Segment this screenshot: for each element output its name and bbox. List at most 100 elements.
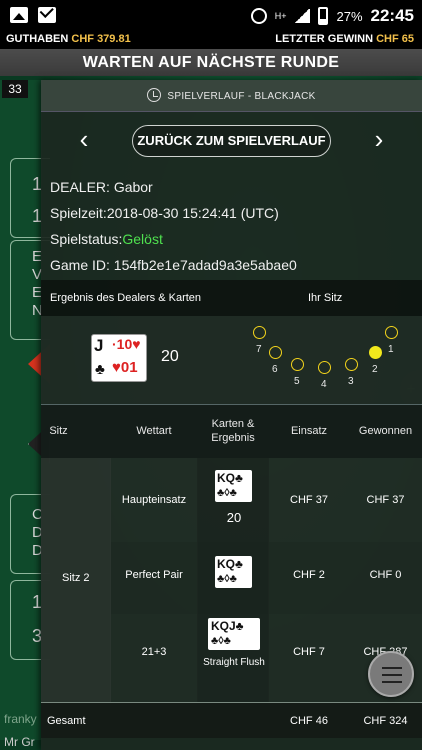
balance-value: CHF 379.81 [71, 33, 131, 45]
total-stake: CHF 46 [290, 715, 328, 727]
battery-icon [318, 7, 329, 25]
king-queen-clubs-cards: KQ♣ ♣◊♣ [215, 470, 252, 502]
table-row: Haupteinsatz KQ♣ ♣◊♣ 20 CHF 37 CHF 37 [111, 458, 422, 542]
won-value: CHF 37 [366, 494, 405, 506]
club-suit-icon: ♣◊♣ [217, 487, 237, 499]
dealer-score: 20 [161, 348, 179, 365]
col-won: Gewonnen [358, 425, 413, 437]
stake-value: CHF 2 [293, 569, 325, 581]
col-seat: Sitz [49, 425, 68, 437]
stake-value: CHF 37 [290, 494, 328, 506]
seat-name: Sitz 2 [62, 572, 90, 584]
balance-bar: GUTHABEN CHF 379.81 LETZTER GEWINN CHF 6… [0, 32, 422, 49]
bet-type: Haupteinsatz [121, 494, 187, 506]
bet-type: 21+3 [141, 646, 167, 658]
heart-suit-icon: ♥01 [112, 359, 138, 376]
club-suit-icon: ♣ [95, 361, 105, 378]
menu-icon [382, 667, 402, 669]
status-value: Gelöst [122, 231, 163, 247]
history-title: SPIELVERLAUF - BLACKJACK [167, 91, 316, 102]
game-id-label: Game ID: [50, 257, 114, 273]
col-stake: Einsatz [290, 425, 328, 437]
row-cards: KQJ♣ ♣◊♣ Straight Flush [197, 614, 269, 702]
gallery-notification-icon [10, 7, 28, 23]
table-row: Perfect Pair KQ♣ ♣◊♣ CHF 2 CHF 0 [111, 542, 422, 614]
history-header: SPIELVERLAUF - BLACKJACK [41, 80, 422, 112]
game-id-value: 154fb2e1e7adad9a3e5abae0 [113, 257, 297, 273]
won-value: CHF 0 [369, 569, 402, 581]
seat-1-marker [385, 326, 398, 339]
card-jack-clubs: J [94, 336, 104, 355]
seat-number: 5 [294, 376, 300, 387]
round-status-banner: WARTEN AUF NÄCHSTE RUNDE [0, 49, 422, 76]
seat-4-marker [318, 361, 331, 374]
game-status: Spielstatus:Gelöst [50, 231, 163, 247]
seat-number: 6 [272, 364, 278, 375]
dealer-name: Gabor [113, 179, 153, 195]
history-clock-icon [147, 88, 162, 102]
stake-value: CHF 7 [293, 646, 325, 658]
seat-number: 1 [388, 344, 394, 355]
history-navigation: ‹ ZURÜCK ZUM SPIELVERLAUF › [41, 112, 422, 168]
alarm-icon [250, 8, 267, 24]
results-body: J ♣ ·10♥ ♥01 20 7 6 5 4 3 2 1 [41, 316, 422, 404]
game-history-panel: SPIELVERLAUF - BLACKJACK ‹ ZURÜCK ZUM SP… [41, 80, 422, 750]
time-label: Spielzeit: [50, 205, 107, 221]
status-bar: H+ 27% 22:45 [0, 0, 422, 32]
menu-button[interactable] [368, 651, 414, 697]
status-label: Spielstatus: [50, 231, 123, 247]
club-suit-icon: ♣◊♣ [211, 635, 231, 647]
card-king-clubs: KQJ♣ [211, 619, 244, 633]
results-header: Ergebnis des Dealers & Karten Ihr Sitz [41, 280, 422, 316]
seat-number: 2 [372, 364, 378, 375]
row-cards: KQ♣ ♣◊♣ [197, 542, 269, 614]
king-queen-jack-clubs-cards: KQJ♣ ♣◊♣ [208, 618, 260, 650]
hand-result: Straight Flush [203, 657, 265, 668]
mail-notification-icon [38, 7, 56, 23]
col-bet-type: Wettart [136, 425, 172, 437]
total-row: Gesamt CHF 46 CHF 324 [41, 702, 422, 738]
last-win-value: CHF 65 [376, 33, 414, 45]
player-name: franky [4, 712, 37, 726]
seat-2-marker-active [369, 346, 382, 359]
king-queen-clubs-cards: KQ♣ ♣◊♣ [215, 556, 252, 588]
balance-label: GUTHABEN [6, 33, 69, 45]
your-seat-label: Ihr Sitz [308, 292, 343, 304]
seat-7-marker [253, 326, 266, 339]
hand-result: 20 [226, 510, 242, 525]
seat-number: 3 [348, 376, 354, 387]
dealer-cards: J ♣ ·10♥ ♥01 [91, 334, 147, 382]
seat-5-marker [291, 358, 304, 371]
next-round-arrow[interactable]: › [366, 126, 392, 152]
battery-percent: 27% [336, 8, 363, 24]
card-ten-hearts: ·10♥ [112, 336, 141, 352]
seat-6-marker [269, 346, 282, 359]
time-value: 2018-08-30 15:24:41 (UTC) [106, 205, 279, 221]
network-type: H+ [274, 11, 287, 21]
back-to-history-button[interactable]: ZURÜCK ZUM SPIELVERLAUF [132, 125, 331, 157]
seat-3-marker [345, 358, 358, 371]
card-king-clubs: KQ♣ [217, 471, 243, 485]
dealer-results-label: Ergebnis des Dealers & Karten [50, 292, 202, 304]
previous-round-arrow[interactable]: ‹ [71, 126, 97, 152]
seat-number: 4 [321, 379, 327, 390]
row-cards: KQ♣ ♣◊♣ 20 [197, 458, 269, 542]
seat-number: 7 [256, 344, 262, 355]
seat-cell: Sitz 2 [41, 458, 111, 702]
col-cards-result: Karten & Ergebnis [211, 418, 255, 444]
game-id: Game ID: 154fb2e1e7adad9a3e5abae0 [50, 257, 297, 273]
result-badge: 33 [2, 80, 28, 98]
total-label: Gesamt [47, 715, 86, 727]
card-king-clubs: KQ♣ [217, 557, 243, 571]
signal-icon [294, 9, 311, 23]
bet-type: Perfect Pair [125, 569, 183, 581]
dealer-info: DEALER: Gabor [50, 179, 153, 195]
club-suit-icon: ♣◊♣ [217, 573, 237, 585]
game-time: Spielzeit:2018-08-30 15:24:41 (UTC) [50, 205, 279, 221]
total-won: CHF 324 [363, 715, 408, 727]
player-name: Mr Gr [4, 735, 35, 749]
last-win-label: LETZTER GEWINN [275, 33, 374, 45]
dealer-label: DEALER: [50, 179, 114, 195]
bets-table-header: Sitz Wettart Karten & Ergebnis Einsatz G… [41, 404, 422, 458]
clock: 22:45 [370, 6, 414, 25]
